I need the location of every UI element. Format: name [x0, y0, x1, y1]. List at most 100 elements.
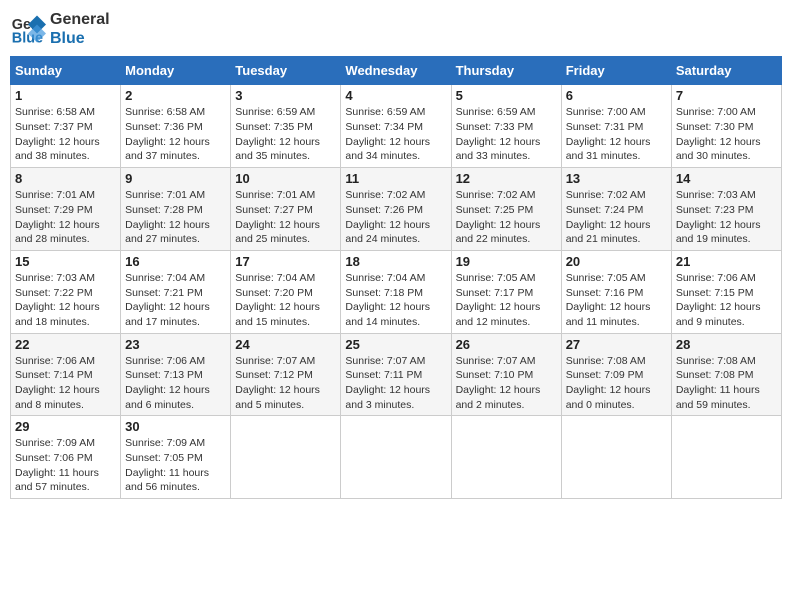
day-info: Sunrise: 6:59 AMSunset: 7:33 PMDaylight:…: [456, 105, 557, 164]
day-info: Sunrise: 7:08 AMSunset: 7:08 PMDaylight:…: [676, 354, 777, 413]
day-number: 19: [456, 254, 557, 269]
day-info: Sunrise: 7:02 AMSunset: 7:25 PMDaylight:…: [456, 188, 557, 247]
logo: Gen Blue General Blue: [10, 10, 110, 48]
day-info: Sunrise: 7:01 AMSunset: 7:27 PMDaylight:…: [235, 188, 336, 247]
calendar-cell: 7 Sunrise: 7:00 AMSunset: 7:30 PMDaylight…: [671, 85, 781, 168]
calendar-cell: 13 Sunrise: 7:02 AMSunset: 7:24 PMDayligh…: [561, 168, 671, 251]
day-number: 2: [125, 88, 226, 103]
calendar-week-4: 22 Sunrise: 7:06 AMSunset: 7:14 PMDayligh…: [11, 333, 782, 416]
day-number: 23: [125, 337, 226, 352]
day-number: 16: [125, 254, 226, 269]
day-info: Sunrise: 7:07 AMSunset: 7:11 PMDaylight:…: [345, 354, 446, 413]
day-info: Sunrise: 7:06 AMSunset: 7:13 PMDaylight:…: [125, 354, 226, 413]
day-number: 22: [15, 337, 116, 352]
calendar-cell: 30 Sunrise: 7:09 AMSunset: 7:05 PMDayligh…: [121, 416, 231, 499]
day-number: 5: [456, 88, 557, 103]
calendar-table: SundayMondayTuesdayWednesdayThursdayFrid…: [10, 56, 782, 499]
calendar-cell: 9 Sunrise: 7:01 AMSunset: 7:28 PMDaylight…: [121, 168, 231, 251]
day-number: 8: [15, 171, 116, 186]
calendar-cell: 8 Sunrise: 7:01 AMSunset: 7:29 PMDaylight…: [11, 168, 121, 251]
weekday-header-saturday: Saturday: [671, 57, 781, 85]
day-number: 17: [235, 254, 336, 269]
day-info: Sunrise: 7:06 AMSunset: 7:15 PMDaylight:…: [676, 271, 777, 330]
calendar-cell: 6 Sunrise: 7:00 AMSunset: 7:31 PMDaylight…: [561, 85, 671, 168]
calendar-week-1: 1 Sunrise: 6:58 AMSunset: 7:37 PMDaylight…: [11, 85, 782, 168]
day-number: 26: [456, 337, 557, 352]
calendar-week-2: 8 Sunrise: 7:01 AMSunset: 7:29 PMDaylight…: [11, 168, 782, 251]
day-info: Sunrise: 7:09 AMSunset: 7:06 PMDaylight:…: [15, 436, 116, 495]
day-number: 21: [676, 254, 777, 269]
day-info: Sunrise: 6:59 AMSunset: 7:34 PMDaylight:…: [345, 105, 446, 164]
calendar-cell: 23 Sunrise: 7:06 AMSunset: 7:13 PMDayligh…: [121, 333, 231, 416]
calendar-cell: 10 Sunrise: 7:01 AMSunset: 7:27 PMDayligh…: [231, 168, 341, 251]
day-number: 6: [566, 88, 667, 103]
calendar-week-5: 29Sunrise: 7:09 AMSunset: 7:06 PMDayligh…: [11, 416, 782, 499]
calendar-cell: 20 Sunrise: 7:05 AMSunset: 7:16 PMDayligh…: [561, 250, 671, 333]
calendar-cell: 24Sunrise: 7:07 AMSunset: 7:12 PMDayligh…: [231, 333, 341, 416]
calendar-cell: 29Sunrise: 7:09 AMSunset: 7:06 PMDayligh…: [11, 416, 121, 499]
calendar-cell: 4 Sunrise: 6:59 AMSunset: 7:34 PMDaylight…: [341, 85, 451, 168]
calendar-cell: 16Sunrise: 7:04 AMSunset: 7:21 PMDayligh…: [121, 250, 231, 333]
day-number: 27: [566, 337, 667, 352]
day-info: Sunrise: 7:02 AMSunset: 7:26 PMDaylight:…: [345, 188, 446, 247]
calendar-cell: 18 Sunrise: 7:04 AMSunset: 7:18 PMDayligh…: [341, 250, 451, 333]
day-number: 13: [566, 171, 667, 186]
logo-text-blue: Blue: [50, 29, 110, 48]
calendar-cell: 5 Sunrise: 6:59 AMSunset: 7:33 PMDaylight…: [451, 85, 561, 168]
calendar-cell: 2 Sunrise: 6:58 AMSunset: 7:36 PMDaylight…: [121, 85, 231, 168]
day-number: 18: [345, 254, 446, 269]
calendar-cell: 14Sunrise: 7:03 AMSunset: 7:23 PMDayligh…: [671, 168, 781, 251]
weekday-header-tuesday: Tuesday: [231, 57, 341, 85]
day-number: 30: [125, 419, 226, 434]
calendar-cell: 25 Sunrise: 7:07 AMSunset: 7:11 PMDayligh…: [341, 333, 451, 416]
day-number: 1: [15, 88, 116, 103]
day-number: 24: [235, 337, 336, 352]
day-info: Sunrise: 7:07 AMSunset: 7:10 PMDaylight:…: [456, 354, 557, 413]
weekday-header-sunday: Sunday: [11, 57, 121, 85]
day-number: 10: [235, 171, 336, 186]
calendar-cell: [671, 416, 781, 499]
day-number: 25: [345, 337, 446, 352]
day-number: 11: [345, 171, 446, 186]
day-info: Sunrise: 6:58 AMSunset: 7:37 PMDaylight:…: [15, 105, 116, 164]
calendar-cell: [231, 416, 341, 499]
page-header: Gen Blue General Blue: [10, 10, 782, 48]
day-number: 12: [456, 171, 557, 186]
day-info: Sunrise: 7:01 AMSunset: 7:28 PMDaylight:…: [125, 188, 226, 247]
day-number: 15: [15, 254, 116, 269]
logo-icon: Gen Blue: [10, 11, 46, 47]
day-number: 28: [676, 337, 777, 352]
day-info: Sunrise: 7:04 AMSunset: 7:18 PMDaylight:…: [345, 271, 446, 330]
day-number: 9: [125, 171, 226, 186]
calendar-cell: 21 Sunrise: 7:06 AMSunset: 7:15 PMDayligh…: [671, 250, 781, 333]
calendar-cell: 1 Sunrise: 6:58 AMSunset: 7:37 PMDaylight…: [11, 85, 121, 168]
calendar-cell: 11 Sunrise: 7:02 AMSunset: 7:26 PMDayligh…: [341, 168, 451, 251]
day-number: 4: [345, 88, 446, 103]
day-info: Sunrise: 6:58 AMSunset: 7:36 PMDaylight:…: [125, 105, 226, 164]
calendar-cell: 27Sunrise: 7:08 AMSunset: 7:09 PMDayligh…: [561, 333, 671, 416]
calendar-header: SundayMondayTuesdayWednesdayThursdayFrid…: [11, 57, 782, 85]
calendar-cell: 17 Sunrise: 7:04 AMSunset: 7:20 PMDayligh…: [231, 250, 341, 333]
day-info: Sunrise: 7:04 AMSunset: 7:20 PMDaylight:…: [235, 271, 336, 330]
weekday-header-thursday: Thursday: [451, 57, 561, 85]
day-info: Sunrise: 7:02 AMSunset: 7:24 PMDaylight:…: [566, 188, 667, 247]
day-info: Sunrise: 7:06 AMSunset: 7:14 PMDaylight:…: [15, 354, 116, 413]
weekday-header-wednesday: Wednesday: [341, 57, 451, 85]
calendar-cell: 12 Sunrise: 7:02 AMSunset: 7:25 PMDayligh…: [451, 168, 561, 251]
day-info: Sunrise: 7:05 AMSunset: 7:16 PMDaylight:…: [566, 271, 667, 330]
calendar-cell: [341, 416, 451, 499]
day-info: Sunrise: 7:00 AMSunset: 7:30 PMDaylight:…: [676, 105, 777, 164]
day-info: Sunrise: 7:05 AMSunset: 7:17 PMDaylight:…: [456, 271, 557, 330]
day-info: Sunrise: 7:01 AMSunset: 7:29 PMDaylight:…: [15, 188, 116, 247]
calendar-cell: 3Sunrise: 6:59 AMSunset: 7:35 PMDaylight…: [231, 85, 341, 168]
day-info: Sunrise: 6:59 AMSunset: 7:35 PMDaylight:…: [235, 105, 336, 164]
day-info: Sunrise: 7:00 AMSunset: 7:31 PMDaylight:…: [566, 105, 667, 164]
day-number: 14: [676, 171, 777, 186]
calendar-cell: 15Sunrise: 7:03 AMSunset: 7:22 PMDayligh…: [11, 250, 121, 333]
day-number: 20: [566, 254, 667, 269]
day-info: Sunrise: 7:09 AMSunset: 7:05 PMDaylight:…: [125, 436, 226, 495]
calendar-cell: 26 Sunrise: 7:07 AMSunset: 7:10 PMDayligh…: [451, 333, 561, 416]
day-number: 7: [676, 88, 777, 103]
calendar-cell: 22 Sunrise: 7:06 AMSunset: 7:14 PMDayligh…: [11, 333, 121, 416]
weekday-header-friday: Friday: [561, 57, 671, 85]
